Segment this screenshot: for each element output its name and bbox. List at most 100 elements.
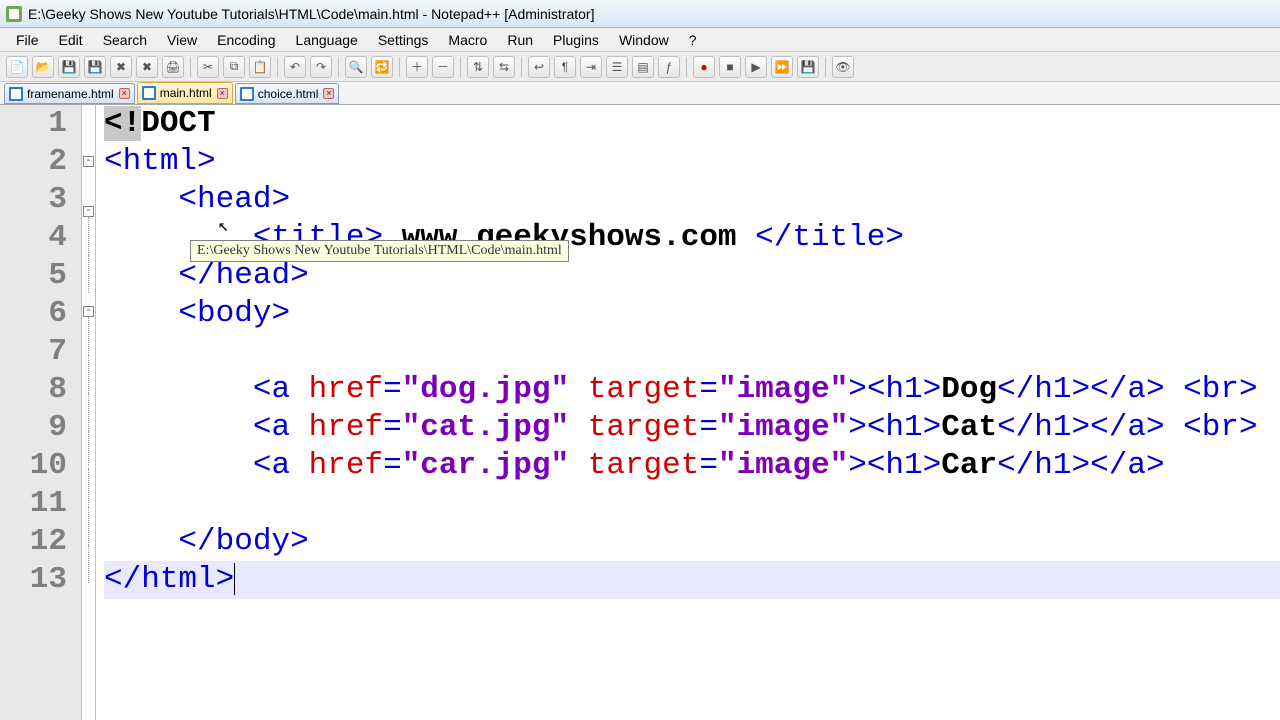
zoom-in-icon[interactable]: ＋ [406, 56, 428, 78]
tab-close-icon[interactable]: × [217, 88, 228, 99]
toolbar-sep [521, 57, 522, 77]
redo-icon[interactable]: ↷ [310, 56, 332, 78]
play-multi-icon[interactable]: ⏩ [771, 56, 793, 78]
menu-view[interactable]: View [157, 30, 207, 50]
code-line: <!DOCT [104, 105, 1280, 143]
open-file-icon[interactable]: 📂 [32, 56, 54, 78]
doc-map-icon[interactable]: ▤ [632, 56, 654, 78]
toolbar-sep [338, 57, 339, 77]
line-number: 1 [0, 105, 67, 143]
tab-close-icon[interactable]: × [323, 88, 334, 99]
toolbar-sep [277, 57, 278, 77]
tabbar: framename.html × main.html × choice.html… [0, 82, 1280, 105]
close-all-icon[interactable]: ✖ [136, 56, 158, 78]
text-caret [234, 563, 235, 595]
tab-label: framename.html [27, 87, 114, 101]
all-chars-icon[interactable]: ¶ [554, 56, 576, 78]
tab-close-icon[interactable]: × [119, 88, 130, 99]
print-icon[interactable]: 🖨 [162, 56, 184, 78]
line-number: 4 [0, 219, 67, 257]
line-number: 11 [0, 485, 67, 523]
fold-toggle-icon[interactable]: - [83, 306, 94, 317]
lang-icon[interactable]: ☰ [606, 56, 628, 78]
replace-icon[interactable]: 🔁 [371, 56, 393, 78]
sync-h-icon[interactable]: ⇆ [493, 56, 515, 78]
code-line: <a href="dog.jpg" target="image"><h1>Dog… [104, 371, 1280, 409]
code-line [104, 485, 1280, 523]
menu-window[interactable]: Window [609, 30, 679, 50]
menu-file[interactable]: File [6, 30, 49, 50]
fold-toggle-icon[interactable]: - [83, 156, 94, 167]
code-line [104, 333, 1280, 371]
toolbar-sep [190, 57, 191, 77]
tab-tooltip: E:\Geeky Shows New Youtube Tutorials\HTM… [190, 240, 569, 262]
editor[interactable]: 1 2 3 4 5 6 7 8 9 10 11 12 13 - - - <!DO… [0, 105, 1280, 720]
line-number: 9 [0, 409, 67, 447]
save-all-icon[interactable]: 💾 [84, 56, 106, 78]
file-icon [9, 87, 23, 101]
indent-icon[interactable]: ⇥ [580, 56, 602, 78]
wrap-icon[interactable]: ↩ [528, 56, 550, 78]
code-line: <a href="cat.jpg" target="image"><h1>Cat… [104, 409, 1280, 447]
save-macro-icon[interactable]: 💾 [797, 56, 819, 78]
file-icon [240, 87, 254, 101]
line-number: 12 [0, 523, 67, 561]
tab-label: main.html [160, 86, 212, 100]
fold-toggle-icon[interactable]: - [83, 206, 94, 217]
tab-label: choice.html [258, 87, 319, 101]
sync-v-icon[interactable]: ⇅ [467, 56, 489, 78]
close-icon[interactable]: ✖ [110, 56, 132, 78]
menu-encoding[interactable]: Encoding [207, 30, 285, 50]
line-number: 6 [0, 295, 67, 333]
tab-framename[interactable]: framename.html × [4, 83, 135, 104]
tab-choice[interactable]: choice.html × [235, 83, 340, 104]
record-icon[interactable]: ● [693, 56, 715, 78]
undo-icon[interactable]: ↶ [284, 56, 306, 78]
paste-icon[interactable]: 📋 [249, 56, 271, 78]
toolbar-sep [399, 57, 400, 77]
show-icon[interactable]: 👁 [832, 56, 854, 78]
code-line: </html> [104, 561, 1280, 599]
app-icon [6, 6, 22, 22]
toolbar-sep [825, 57, 826, 77]
copy-icon[interactable]: ⧉ [223, 56, 245, 78]
line-number: 8 [0, 371, 67, 409]
code-line: <head> [104, 181, 1280, 219]
zoom-out-icon[interactable]: － [432, 56, 454, 78]
file-icon [142, 86, 156, 100]
line-number: 5 [0, 257, 67, 295]
save-icon[interactable]: 💾 [58, 56, 80, 78]
toolbar-sep [460, 57, 461, 77]
line-number: 7 [0, 333, 67, 371]
menubar: File Edit Search View Encoding Language … [0, 28, 1280, 52]
code-line: </body> [104, 523, 1280, 561]
menu-settings[interactable]: Settings [368, 30, 439, 50]
stop-icon[interactable]: ■ [719, 56, 741, 78]
new-file-icon[interactable]: 📄 [6, 56, 28, 78]
cut-icon[interactable]: ✂ [197, 56, 219, 78]
line-number: 10 [0, 447, 67, 485]
menu-search[interactable]: Search [93, 30, 157, 50]
titlebar: E:\Geeky Shows New Youtube Tutorials\HTM… [0, 0, 1280, 28]
menu-language[interactable]: Language [286, 30, 368, 50]
menu-edit[interactable]: Edit [49, 30, 93, 50]
menu-help[interactable]: ? [679, 30, 707, 50]
menu-macro[interactable]: Macro [438, 30, 497, 50]
play-icon[interactable]: ▶ [745, 56, 767, 78]
menu-run[interactable]: Run [497, 30, 543, 50]
line-number-gutter: 1 2 3 4 5 6 7 8 9 10 11 12 13 [0, 105, 82, 720]
menu-plugins[interactable]: Plugins [543, 30, 609, 50]
code-line: <a href="car.jpg" target="image"><h1>Car… [104, 447, 1280, 485]
code-line: </head> [104, 257, 1280, 295]
code-line: <body> [104, 295, 1280, 333]
line-number: 13 [0, 561, 67, 599]
code-area[interactable]: <!DOCT <html> <head> <title> www.geekysh… [96, 105, 1280, 720]
find-icon[interactable]: 🔍 [345, 56, 367, 78]
code-line: <html> [104, 143, 1280, 181]
fold-column: - - - [82, 105, 96, 720]
window-title: E:\Geeky Shows New Youtube Tutorials\HTM… [28, 6, 595, 22]
line-number: 2 [0, 143, 67, 181]
func-list-icon[interactable]: ƒ [658, 56, 680, 78]
toolbar: 📄 📂 💾 💾 ✖ ✖ 🖨 ✂ ⧉ 📋 ↶ ↷ 🔍 🔁 ＋ － ⇅ ⇆ ↩ ¶ … [0, 52, 1280, 82]
tab-main[interactable]: main.html × [137, 82, 233, 104]
